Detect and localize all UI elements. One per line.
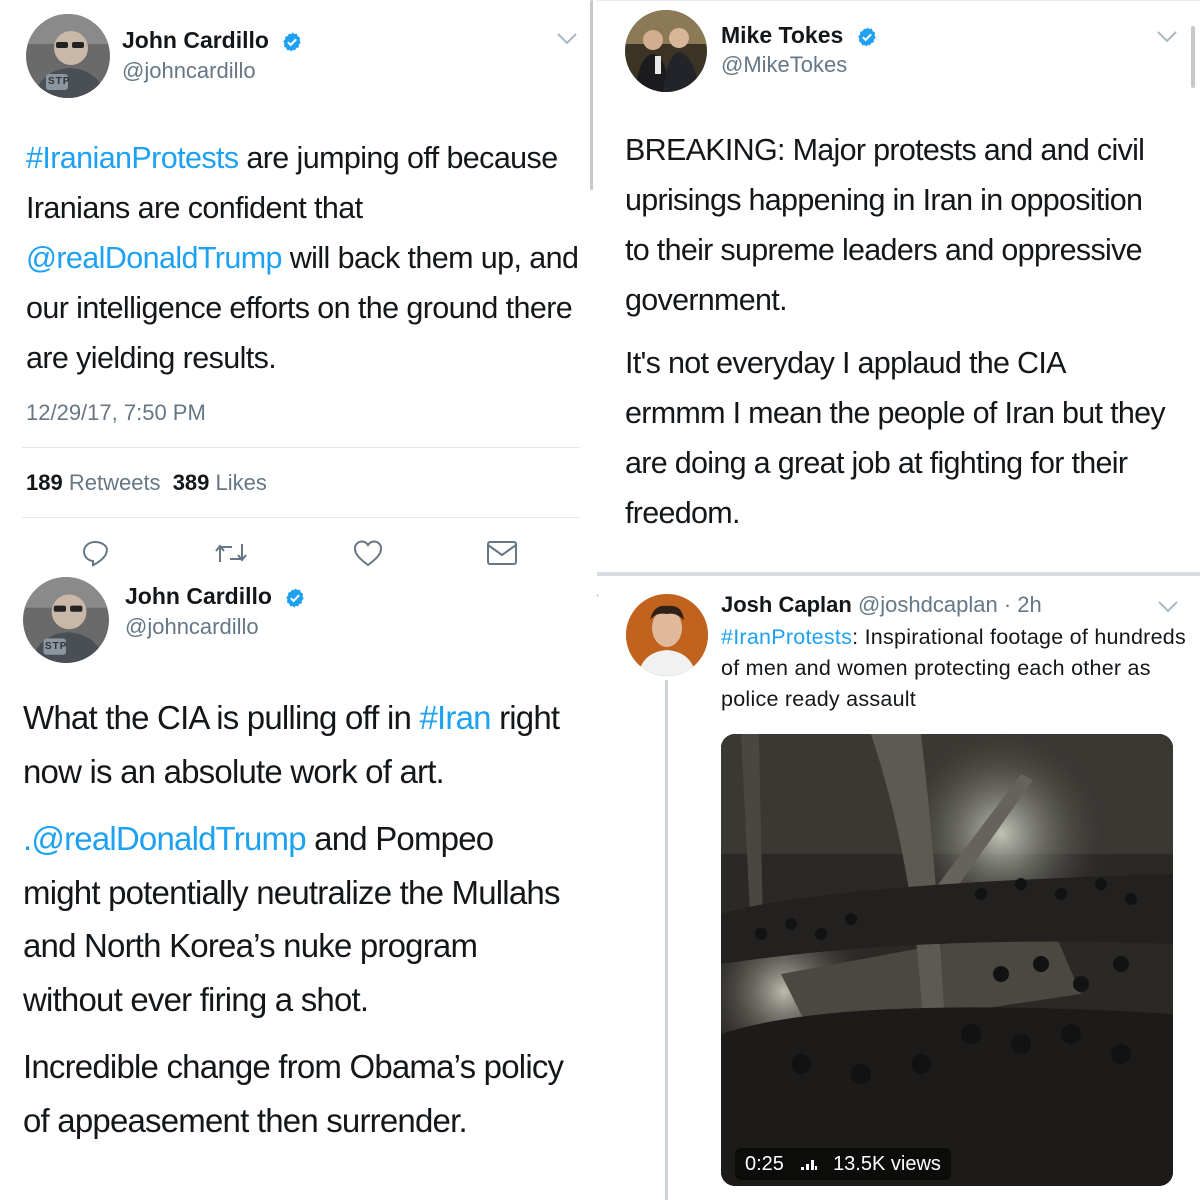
tweet-header: Josh Caplan @joshdcaplan · 2h (721, 592, 1042, 618)
likes-count: 389 (172, 470, 210, 495)
video-views: 13.5K views (833, 1153, 941, 1175)
verified-badge-icon (286, 588, 305, 608)
retweet-icon[interactable] (213, 540, 249, 566)
hashtag-link[interactable]: #Iran (419, 699, 491, 736)
tweet-text: What the CIA is pulling off in #Iran rig… (23, 691, 578, 1147)
mention-link[interactable]: @realDonaldTrump (31, 820, 306, 857)
author-name-row: John Cardillo (122, 27, 303, 54)
retweets-link[interactable]: 189 Retweets (26, 470, 161, 495)
avatar[interactable]: STP (23, 577, 109, 663)
scrollbar[interactable] (590, 0, 593, 190)
likes-label: Likes (215, 470, 267, 495)
avatar-photo (625, 10, 707, 92)
tweet-time[interactable]: · 2h (1004, 592, 1042, 617)
author-handle[interactable]: @joshdcaplan (858, 592, 998, 617)
video-stats-overlay: 0:25 13.5K views (735, 1148, 951, 1180)
divider (597, 0, 1200, 1)
chevron-down-icon[interactable] (556, 32, 578, 46)
tweet-paragraph: It's not everyday I applaud the CIA ermm… (625, 346, 1166, 530)
chevron-down-icon[interactable] (1156, 30, 1178, 44)
author-name[interactable]: Josh Caplan (721, 592, 852, 617)
video-player[interactable]: 0:25 13.5K views (721, 734, 1173, 1186)
avatar-logo: STP (45, 641, 68, 652)
tweet-text: #IranianProtests are jumping off because… (26, 133, 581, 383)
tweet-panel-caplan: Josh Caplan @joshdcaplan · 2h #IranProte… (597, 576, 1200, 1200)
signal-bars-icon (800, 1160, 817, 1170)
verified-badge-icon (283, 32, 302, 52)
tweet-paragraph: Incredible change from Obama’s policy of… (23, 1048, 564, 1139)
tweet-stats: 189 Retweets 389 Likes (26, 470, 267, 496)
tweet-panel-tokes: Mike Tokes @MikeTokes BREAKING: Major pr… (597, 0, 1200, 572)
divider (22, 447, 580, 448)
tweet-text: BREAKING: Major protests and and civil u… (625, 125, 1170, 538)
author-name-row: John Cardillo (125, 583, 306, 610)
avatar[interactable] (626, 594, 708, 676)
tweet-paragraph: BREAKING: Major protests and and civil u… (625, 133, 1145, 317)
scrollbar[interactable] (1191, 26, 1195, 88)
avatar[interactable]: STP (26, 14, 110, 98)
retweets-count: 189 (26, 470, 63, 495)
avatar-logo: STP (48, 76, 71, 87)
author-name[interactable]: Mike Tokes (721, 22, 843, 48)
author-name[interactable]: John Cardillo (125, 583, 272, 609)
divider (22, 517, 580, 518)
heart-icon[interactable] (352, 538, 384, 568)
tweet-panel-cardillo-1: STP John Cardillo @johncardillo #Iranian… (0, 0, 593, 530)
video-duration: 0:25 (745, 1153, 784, 1175)
avatar[interactable] (625, 10, 707, 92)
tweet-paragraph: What the CIA is pulling off in #Iran rig… (23, 691, 578, 798)
author-handle[interactable]: @johncardillo (122, 58, 256, 84)
author-handle[interactable]: @johncardillo (125, 614, 259, 640)
likes-link[interactable]: 389 Likes (173, 470, 267, 495)
thread-line (665, 680, 668, 1200)
retweets-label: Retweets (68, 470, 161, 495)
hashtag-link[interactable]: #IranProtests (721, 625, 852, 649)
tweet-panel-cardillo-2: STP John Cardillo @johncardillo What the… (0, 530, 593, 1200)
avatar-photo (626, 594, 708, 676)
tweet-timestamp[interactable]: 12/29/17, 7:50 PM (26, 400, 206, 426)
tweet-paragraph: .@realDonaldTrump and Pompeo might poten… (23, 812, 578, 1026)
tweet-text-segment: What the CIA is pulling off in (23, 699, 420, 736)
hashtag-link[interactable]: #IranianProtests (26, 141, 239, 175)
tweet-text: #IranProtests: Inspirational footage of … (721, 622, 1191, 715)
author-name-row: Mike Tokes (721, 22, 878, 49)
author-handle[interactable]: @MikeTokes (721, 52, 847, 78)
envelope-icon[interactable] (486, 540, 518, 566)
tweet-actions (0, 530, 593, 580)
verified-badge-icon (857, 27, 876, 47)
author-name[interactable]: John Cardillo (122, 27, 269, 53)
reply-icon[interactable] (80, 538, 110, 568)
chevron-left-icon (597, 594, 599, 597)
chevron-down-icon[interactable] (1157, 600, 1179, 614)
video-thumbnail (721, 734, 1173, 1186)
mention-link[interactable]: @realDonaldTrump (26, 241, 282, 275)
